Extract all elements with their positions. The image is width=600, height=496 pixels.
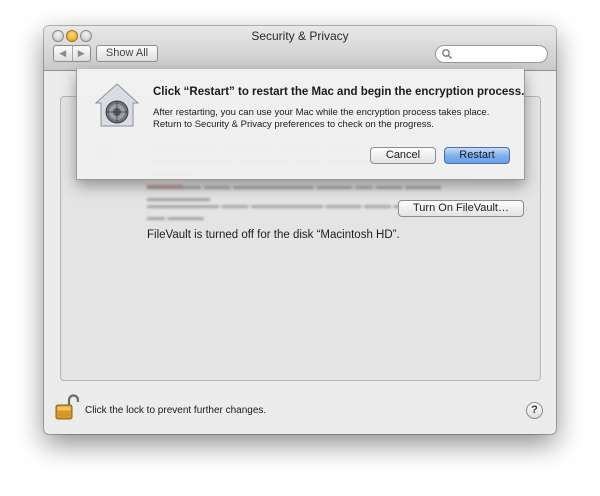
search-icon <box>442 49 452 59</box>
restart-button[interactable]: Restart <box>444 147 510 164</box>
lock-status-text: Click the lock to prevent further change… <box>85 405 267 416</box>
back-forward-group: ◀ ▶ <box>53 45 91 62</box>
title-bar: Security & Privacy ◀ ▶ Show All <box>44 26 556 71</box>
search-input[interactable] <box>454 47 546 62</box>
help-button[interactable]: ? <box>526 402 543 419</box>
security-privacy-window: Security & Privacy ◀ ▶ Show All ▬▬▬▬ ▬▬▬▬… <box>44 26 556 434</box>
padlock-open-icon[interactable] <box>55 394 79 420</box>
window-title: Security & Privacy <box>251 29 349 43</box>
sheet-message: After restarting, you can use your Mac w… <box>153 107 490 130</box>
cancel-button[interactable]: Cancel <box>370 147 436 164</box>
back-button[interactable]: ◀ <box>54 46 72 61</box>
search-field[interactable] <box>435 45 548 63</box>
forward-button[interactable]: ▶ <box>71 46 91 61</box>
sheet-title: Click “Restart” to restart the Mac and b… <box>153 86 525 98</box>
filevault-status-text: FileVault is turned off for the disk “Ma… <box>147 229 400 241</box>
restart-confirmation-sheet: Click “Restart” to restart the Mac and b… <box>76 69 525 180</box>
filevault-house-icon <box>94 83 140 127</box>
turn-on-filevault-button[interactable]: Turn On FileVault… <box>398 200 524 217</box>
show-all-button[interactable]: Show All <box>96 45 158 62</box>
